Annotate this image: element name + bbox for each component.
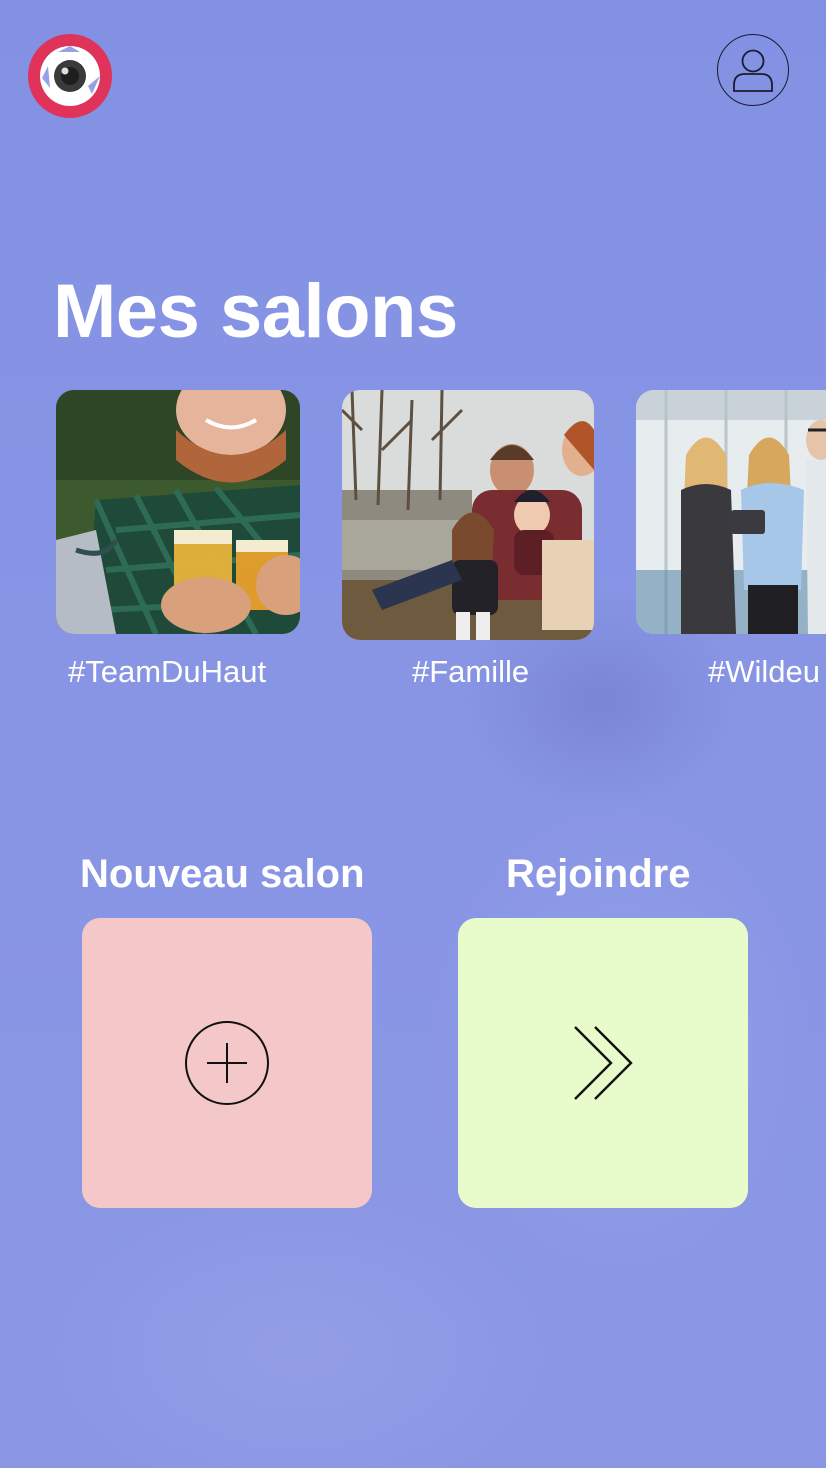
new-salon-button[interactable] [82, 918, 372, 1208]
background-photo [0, 0, 826, 1468]
page-title: Mes salons [53, 269, 458, 354]
join-button[interactable] [458, 918, 748, 1208]
new-salon-title: Nouveau salon [80, 852, 365, 896]
join-title: Rejoindre [506, 852, 691, 896]
plus-circle-icon [185, 1021, 269, 1105]
app-logo [28, 34, 112, 118]
double-chevron-right-icon [574, 1026, 633, 1100]
profile-button[interactable] [717, 34, 789, 106]
salon-label: #Famille [412, 654, 530, 689]
salon-card[interactable]: #Famille [342, 390, 594, 690]
salon-thumbnail [342, 390, 594, 640]
salon-label: #TeamDuHaut [68, 654, 267, 689]
salon-thumbnail [56, 390, 300, 634]
user-icon [733, 49, 773, 92]
salon-card[interactable]: #Wildeu [636, 390, 826, 690]
salon-card[interactable]: #TeamDuHaut [56, 390, 300, 690]
salon-thumbnail [636, 390, 826, 634]
camera-eye-logo-icon [28, 34, 112, 118]
salon-label: #Wildeu [708, 654, 820, 689]
